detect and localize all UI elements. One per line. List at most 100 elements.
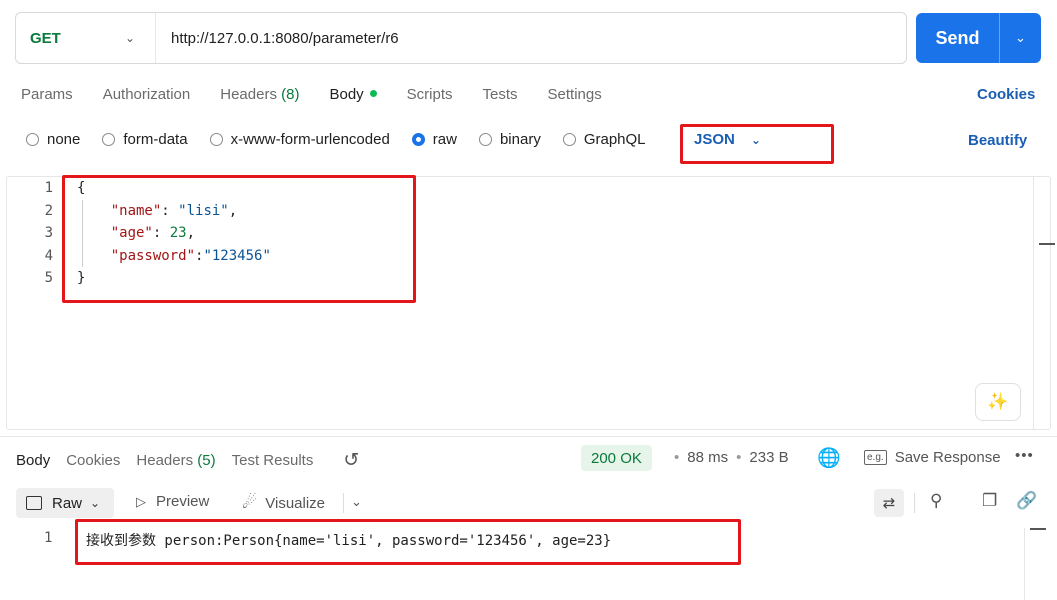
- json-number: 23: [169, 225, 187, 241]
- editor-scrollbar[interactable]: [1033, 177, 1034, 429]
- radio-icon: [562, 133, 576, 146]
- body-type-form-data[interactable]: form-data: [102, 131, 188, 148]
- body-type-options: none form-data x-www-form-urlencoded raw…: [26, 131, 668, 148]
- save-response-button[interactable]: e.g. Save Response: [864, 449, 1001, 466]
- format-icon: [26, 496, 42, 510]
- body-type-label: binary: [499, 131, 541, 148]
- code-line: {: [77, 177, 271, 200]
- response-time[interactable]: 88 ms: [687, 449, 728, 466]
- response-tab-headers-label: Headers: [136, 452, 194, 469]
- json-key: "age": [110, 225, 153, 241]
- magic-icon[interactable]: ✨: [975, 383, 1021, 421]
- line-gutter: 1 2 3 4 5: [7, 177, 59, 290]
- response-tab-test-results[interactable]: Test Results: [232, 452, 314, 469]
- response-tab-headers[interactable]: Headers (5): [136, 452, 215, 469]
- send-button-group: Send ⌄: [916, 13, 1041, 63]
- json-key: "name": [110, 202, 162, 219]
- response-scrollbar[interactable]: [1024, 528, 1025, 600]
- separator-dot: •: [674, 449, 680, 466]
- visualize-label: Visualize: [265, 494, 326, 512]
- body-type-label: none: [47, 131, 81, 148]
- body-type-urlencoded[interactable]: x-www-form-urlencoded: [209, 131, 390, 148]
- body-type-none[interactable]: none: [26, 131, 80, 148]
- send-button[interactable]: Send: [916, 13, 1000, 63]
- radio-icon: [209, 133, 223, 146]
- toolbar-separator: [914, 493, 915, 513]
- example-icon: e.g.: [864, 450, 887, 465]
- preview-button[interactable]: ▷ Preview: [136, 493, 209, 510]
- json-string: "123456": [203, 247, 271, 264]
- tab-params[interactable]: Params: [21, 86, 73, 106]
- visualize-icon: ☄: [242, 493, 258, 512]
- format-select[interactable]: Raw ⌄: [16, 488, 114, 518]
- response-scroll-thumb[interactable]: [1030, 528, 1046, 530]
- response-meta: • 88 ms • 233 B: [666, 449, 789, 466]
- tab-headers-count: (8): [281, 86, 300, 103]
- editor-scroll-thumb[interactable]: [1039, 243, 1055, 245]
- body-type-label: x-www-form-urlencoded: [230, 131, 390, 148]
- send-options-chevron-icon[interactable]: ⌄: [1000, 13, 1041, 63]
- tab-settings[interactable]: Settings: [548, 86, 602, 106]
- response-tabs: Body Cookies Headers (5) Test Results ↺: [16, 449, 359, 472]
- json-string: "lisi": [178, 202, 229, 219]
- status-badge[interactable]: 200 OK: [581, 445, 652, 471]
- tab-headers-label: Headers: [220, 86, 277, 103]
- history-icon[interactable]: ↺: [343, 449, 359, 472]
- json-punct: :: [152, 225, 170, 241]
- url-bar: GET ⌄ http://127.0.0.1:8080/parameter/r6: [15, 12, 907, 64]
- language-label: JSON: [694, 131, 735, 148]
- code-line: "password":"123456": [77, 245, 271, 268]
- copy-icon[interactable]: ❐: [982, 491, 997, 511]
- line-number: 2: [44, 202, 53, 219]
- body-type-graphql[interactable]: GraphQL: [562, 131, 646, 148]
- tab-body-label: Body: [329, 86, 364, 103]
- json-punct: ,: [186, 225, 196, 241]
- request-body-editor[interactable]: 1 2 3 4 5 { "name": "lisi", "age": 23, "…: [6, 176, 1055, 430]
- radio-icon: [102, 133, 116, 146]
- search-icon[interactable]: ⚲: [930, 491, 942, 511]
- radio-icon: [478, 133, 492, 146]
- line-number: 5: [44, 270, 53, 286]
- code-line: }: [77, 267, 271, 290]
- chevron-down-icon[interactable]: ⌄: [351, 494, 362, 510]
- response-tab-body[interactable]: Body: [16, 452, 50, 469]
- json-punct: :: [161, 202, 179, 219]
- globe-icon[interactable]: 🌐: [817, 446, 841, 470]
- code-line: "age": 23,: [77, 222, 271, 245]
- line-number: 1: [44, 180, 53, 196]
- more-icon[interactable]: •••: [1015, 447, 1034, 464]
- response-tab-cookies[interactable]: Cookies: [66, 452, 120, 469]
- visualize-button[interactable]: ☄ Visualize: [242, 493, 325, 513]
- language-select[interactable]: JSON ⌄: [694, 131, 761, 148]
- body-type-raw[interactable]: raw: [411, 131, 457, 148]
- preview-label: Preview: [156, 493, 210, 510]
- beautify-button[interactable]: Beautify: [968, 132, 1027, 149]
- json-brace: }: [77, 270, 86, 286]
- tab-authorization[interactable]: Authorization: [103, 86, 191, 106]
- tab-scripts[interactable]: Scripts: [407, 86, 453, 106]
- body-type-label: GraphQL: [583, 131, 646, 148]
- line-number: 3: [44, 225, 53, 241]
- response-body-text[interactable]: 接收到参数 person:Person{name='lisi', passwor…: [86, 530, 611, 550]
- code-line: "name": "lisi",: [77, 200, 271, 223]
- method-select[interactable]: GET ⌄: [16, 13, 156, 63]
- tab-body[interactable]: Body: [329, 86, 377, 106]
- save-response-label: Save Response: [894, 449, 1001, 466]
- response-size[interactable]: 233 B: [749, 449, 788, 466]
- cookies-link[interactable]: Cookies: [977, 86, 1035, 103]
- chevron-down-icon: ⌄: [750, 132, 761, 147]
- tab-tests[interactable]: Tests: [483, 86, 518, 106]
- chevron-down-icon: ⌄: [124, 31, 135, 45]
- body-type-binary[interactable]: binary: [478, 131, 541, 148]
- format-label: Raw: [52, 494, 83, 512]
- response-tab-headers-count: (5): [197, 452, 216, 469]
- radio-icon: [26, 133, 39, 146]
- separator-dot: •: [736, 449, 742, 466]
- link-icon[interactable]: 🔗: [1016, 491, 1037, 511]
- tab-headers[interactable]: Headers (8): [220, 86, 299, 106]
- url-input[interactable]: http://127.0.0.1:8080/parameter/r6: [156, 30, 399, 47]
- panel-divider[interactable]: [0, 436, 1057, 437]
- toolbar-separator: [343, 493, 344, 513]
- play-icon: ▷: [136, 493, 146, 509]
- wrap-icon[interactable]: ⇄: [874, 489, 904, 517]
